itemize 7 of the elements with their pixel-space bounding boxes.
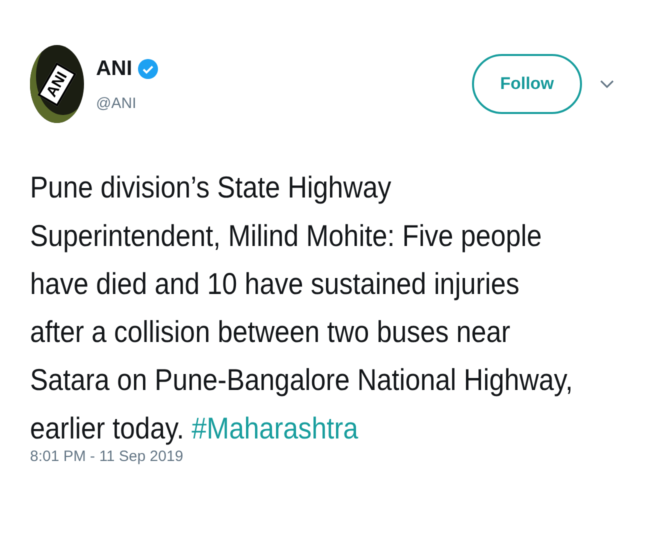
tweet-text: Pune division’s State Highway Superintendent, Milind Mohite: Five people have died and 10 have sustained injuries after a collision between two buses near Satara on Pune-Bangalore National Highway, earlier today. #Maharashtra: [30, 170, 574, 448]
hashtag-link[interactable]: #Maharashtra: [192, 412, 358, 446]
timestamp[interactable]: 8:01 PM - 11 Sep 2019: [30, 448, 184, 465]
account-name[interactable]: ANI: [96, 56, 132, 80]
account-handle[interactable]: @ANI: [96, 94, 158, 112]
chevron-down-icon[interactable]: [600, 80, 614, 88]
follow-button[interactable]: Follow: [472, 54, 582, 114]
